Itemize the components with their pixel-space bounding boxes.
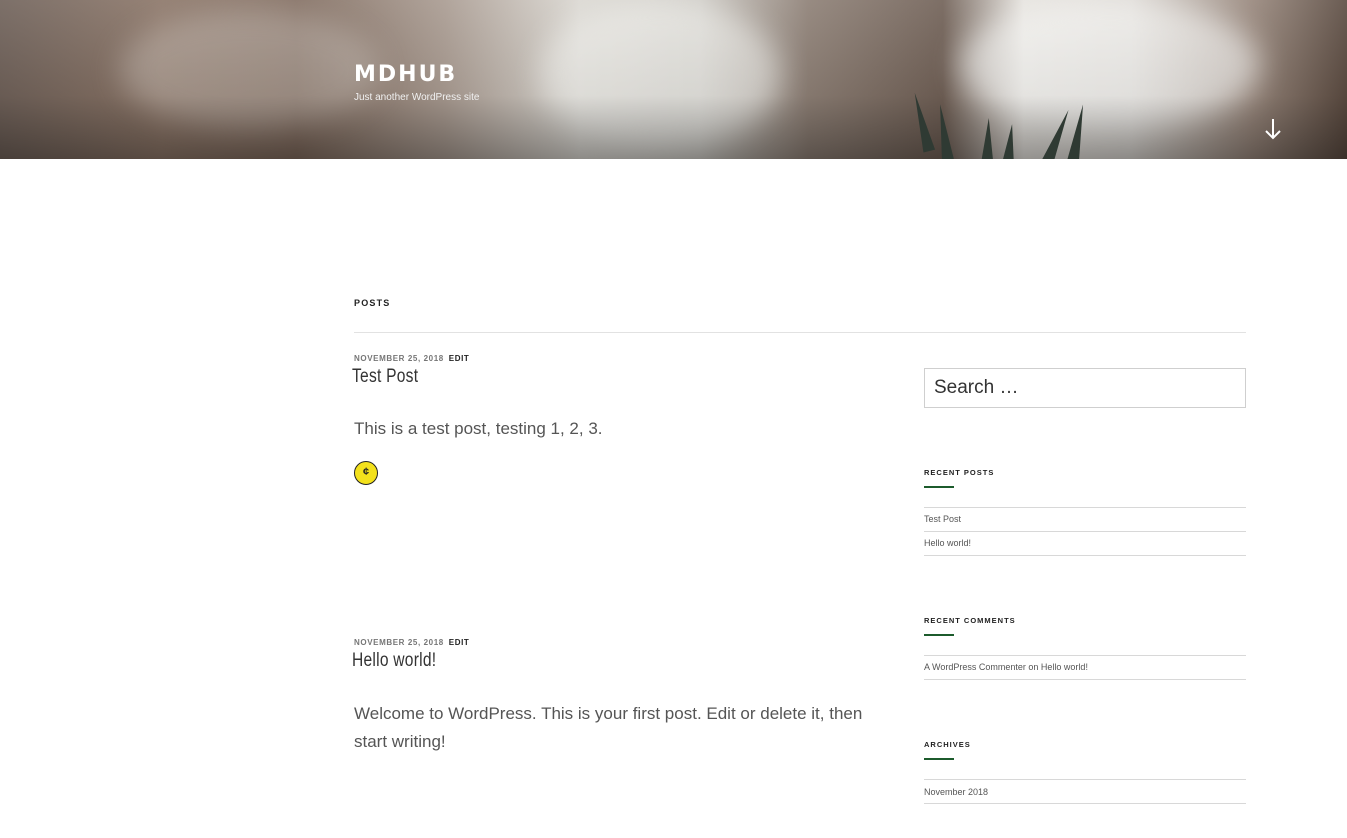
plant-leaf — [981, 117, 995, 159]
recent-post-link[interactable]: Test Post — [924, 514, 961, 524]
divider — [924, 679, 1246, 680]
comment-connector: on — [1028, 662, 1039, 672]
comment-author-link[interactable]: A WordPress Commenter — [924, 662, 1026, 672]
cent-coin-icon: ¢ — [354, 461, 378, 485]
edit-link[interactable]: EDIT — [449, 354, 470, 363]
recent-comment: A WordPress Commenter on Hello world! — [924, 662, 1088, 672]
widget-title-underline — [924, 634, 954, 636]
divider — [354, 332, 1246, 333]
post-meta: NOVEMBER 25, 2018 EDIT — [354, 354, 469, 363]
widget-title-underline — [924, 486, 954, 488]
divider — [924, 779, 1246, 780]
header-overlay — [0, 0, 1347, 159]
site-title[interactable]: MDHUB — [354, 62, 457, 87]
post-content: This is a test post, testing 1, 2, 3. — [354, 419, 603, 438]
widget-title-archives: ARCHIVES — [924, 740, 971, 749]
page-title: POSTS — [354, 298, 391, 308]
arrow-down-icon[interactable] — [1262, 116, 1284, 142]
post-date[interactable]: NOVEMBER 25, 2018 — [354, 354, 444, 363]
post-title[interactable]: Test Post — [352, 366, 418, 388]
site-description: Just another WordPress site — [354, 92, 480, 103]
comment-post-link[interactable]: Hello world! — [1041, 662, 1088, 672]
widget-title-recent-posts: RECENT POSTS — [924, 468, 995, 477]
recent-post-link[interactable]: Hello world! — [924, 538, 971, 548]
archive-link[interactable]: November 2018 — [924, 787, 988, 797]
divider — [924, 531, 1246, 532]
post-title[interactable]: Hello world! — [352, 650, 436, 672]
post-content: Welcome to WordPress. This is your first… — [354, 704, 863, 751]
widget-title-underline — [924, 758, 954, 760]
post-date[interactable]: NOVEMBER 25, 2018 — [354, 638, 444, 647]
divider — [924, 507, 1246, 508]
divider — [924, 803, 1246, 804]
site-header: MDHUB Just another WordPress site — [0, 0, 1347, 159]
post-meta: NOVEMBER 25, 2018 EDIT — [354, 638, 469, 647]
edit-link[interactable]: EDIT — [449, 638, 470, 647]
divider — [924, 655, 1246, 656]
search-input[interactable] — [924, 368, 1246, 408]
divider — [924, 555, 1246, 556]
widget-title-recent-comments: RECENT COMMENTS — [924, 616, 1016, 625]
